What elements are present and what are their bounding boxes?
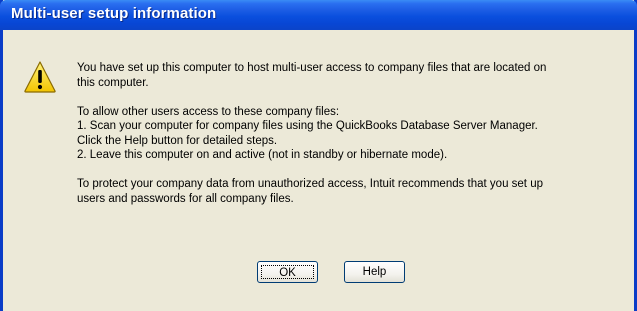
dialog-window: Multi-user setup information You have se… — [0, 0, 637, 311]
message-line: Click the Help button for detailed steps… — [77, 134, 278, 147]
message-line: To protect your company data from unauth… — [77, 178, 543, 190]
warning-icon — [23, 60, 57, 94]
help-button[interactable]: Help — [344, 261, 405, 283]
dialog-title: Multi-user setup information — [11, 5, 217, 22]
message-line: this computer. — [77, 76, 149, 89]
message-line: users and passwords for all company file… — [77, 192, 294, 205]
message-text: You have set up this computer to host mu… — [77, 61, 622, 206]
message-line: To allow other users access to these com… — [77, 105, 340, 118]
message-line: You have set up this computer to host mu… — [77, 62, 547, 74]
title-bar[interactable]: Multi-user setup information — [0, 0, 637, 30]
ok-button[interactable]: OK — [257, 261, 318, 283]
message-line: 1. Scan your computer for company files … — [77, 120, 538, 132]
message-line: 2. Leave this computer on and active (no… — [77, 149, 448, 161]
ok-button-label: OK — [261, 265, 314, 279]
